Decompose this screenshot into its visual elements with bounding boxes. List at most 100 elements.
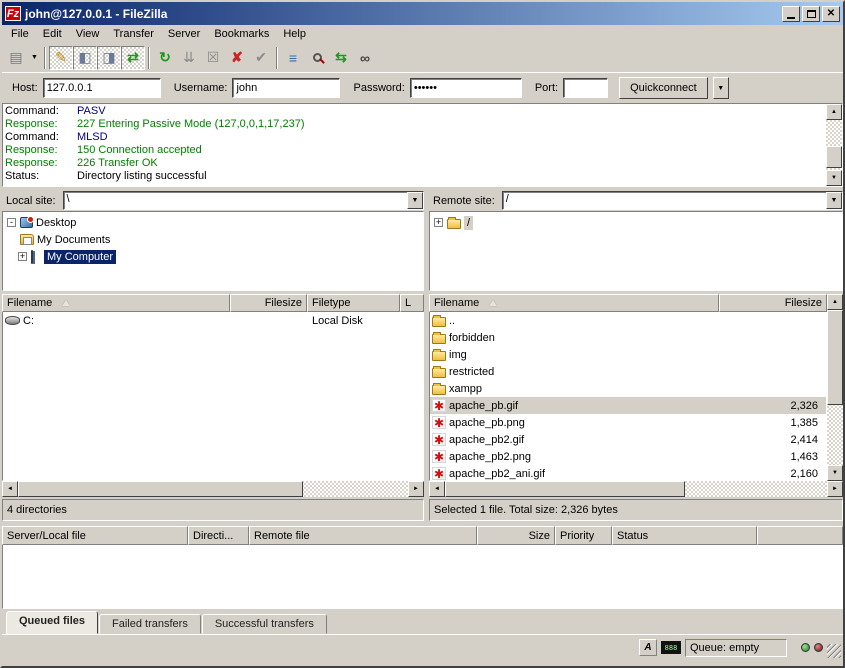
- remote-dir-row[interactable]: restricted: [430, 363, 826, 380]
- local-site-label: Local site:: [2, 195, 60, 207]
- local-file-row[interactable]: C: Local Disk: [3, 312, 423, 329]
- column-filename[interactable]: Filename: [429, 294, 719, 312]
- remote-site-combo[interactable]: / ▼: [502, 191, 843, 210]
- file-size: 2,326: [726, 400, 826, 412]
- queue-view-toggle-icon[interactable]: ⇄: [121, 46, 145, 70]
- transfer-queue-list[interactable]: [2, 545, 843, 609]
- close-button[interactable]: ✕: [822, 6, 840, 22]
- filter-icon[interactable]: ≡: [281, 46, 305, 70]
- remote-dir-row[interactable]: img: [430, 346, 826, 363]
- quickconnect-button[interactable]: Quickconnect: [619, 77, 708, 99]
- column-label: Status: [617, 530, 648, 542]
- my-documents-icon: [20, 234, 34, 245]
- column-filename[interactable]: Filename: [2, 294, 230, 312]
- disconnect-icon[interactable]: ✘: [225, 46, 249, 70]
- toolbar-separator: [44, 47, 46, 69]
- remote-file-row[interactable]: ✱apache_pb2.gif2,414: [430, 431, 826, 448]
- menu-server[interactable]: Server: [161, 26, 207, 42]
- scroll-left-icon[interactable]: ◄: [2, 481, 18, 497]
- remote-tree-toggle-icon[interactable]: ◨: [97, 46, 121, 70]
- menu-transfer[interactable]: Transfer: [106, 26, 161, 42]
- column-status[interactable]: Status: [612, 526, 757, 545]
- file-name: apache_pb2_ani.gif: [449, 468, 545, 480]
- scroll-up-icon[interactable]: ▲: [826, 104, 842, 120]
- speed-limit-indicator-icon[interactable]: 888: [661, 641, 681, 654]
- scroll-down-icon[interactable]: ▼: [827, 465, 843, 481]
- resize-grip[interactable]: [827, 644, 841, 658]
- scroll-left-icon[interactable]: ◄: [429, 481, 445, 497]
- remote-file-row[interactable]: ✱apache_pb2_ani.gif2,160: [430, 465, 826, 481]
- refresh-icon[interactable]: ↻: [153, 46, 177, 70]
- tree-label[interactable]: My Documents: [34, 233, 113, 247]
- search-icon[interactable]: [305, 46, 329, 70]
- quickconnect-dropdown-icon[interactable]: ▼: [713, 77, 729, 99]
- close-icon: ✕: [827, 9, 835, 19]
- remote-file-row-selected[interactable]: ✱apache_pb.gif2,326: [430, 397, 826, 414]
- find-binoculars-icon[interactable]: ∞: [353, 46, 377, 70]
- expand-icon[interactable]: +: [434, 218, 443, 227]
- column-size[interactable]: Size: [477, 526, 555, 545]
- password-input[interactable]: [410, 78, 522, 98]
- scroll-right-icon[interactable]: ►: [827, 481, 843, 497]
- remote-hscrollbar[interactable]: ◄ ►: [429, 481, 843, 497]
- column-last-modified[interactable]: L: [400, 294, 424, 312]
- maximize-button[interactable]: [802, 6, 820, 22]
- tree-item-my-documents[interactable]: My Documents: [7, 231, 423, 248]
- site-manager-icon[interactable]: ▤: [4, 46, 28, 70]
- remote-dir-row[interactable]: ..: [430, 312, 826, 329]
- local-site-combo[interactable]: \ ▼: [63, 191, 424, 210]
- transfer-type-indicator-icon[interactable]: A: [639, 639, 657, 656]
- menu-edit[interactable]: Edit: [36, 26, 69, 42]
- collapse-icon[interactable]: -: [7, 218, 16, 227]
- log-text: MLSD: [77, 131, 108, 144]
- menu-bookmarks[interactable]: Bookmarks: [207, 26, 276, 42]
- image-file-icon: ✱: [432, 467, 446, 480]
- log-text: 150 Connection accepted: [77, 144, 202, 157]
- site-manager-dropdown-icon[interactable]: ▼: [28, 46, 41, 70]
- scroll-right-icon[interactable]: ►: [408, 481, 424, 497]
- column-direction[interactable]: Directi...: [188, 526, 249, 545]
- tree-label[interactable]: Desktop: [33, 216, 79, 230]
- remote-dir-row[interactable]: xampp: [430, 380, 826, 397]
- column-remote-file[interactable]: Remote file: [249, 526, 477, 545]
- scroll-down-icon[interactable]: ▼: [826, 170, 842, 186]
- column-server-local-file[interactable]: Server/Local file: [2, 526, 188, 545]
- remote-list-scrollbar[interactable]: ▲ ▼: [827, 294, 843, 481]
- username-input[interactable]: [232, 78, 340, 98]
- local-tree-toggle-icon[interactable]: ◧: [73, 46, 97, 70]
- remote-dir-row[interactable]: forbidden: [430, 329, 826, 346]
- remote-list-header: Filename Filesize: [429, 294, 827, 312]
- scroll-up-icon[interactable]: ▲: [827, 294, 843, 310]
- tab-successful-transfers[interactable]: Successful transfers: [202, 614, 327, 634]
- compare-icon[interactable]: ⇆: [329, 46, 353, 70]
- expand-icon[interactable]: +: [18, 252, 27, 261]
- column-filesize[interactable]: Filesize: [719, 294, 827, 312]
- folder-icon: [432, 334, 446, 344]
- log-view-toggle-icon[interactable]: ✎: [49, 46, 73, 70]
- menu-help[interactable]: Help: [276, 26, 313, 42]
- column-filesize[interactable]: Filesize: [230, 294, 307, 312]
- remote-file-row[interactable]: ✱apache_pb.png1,385: [430, 414, 826, 431]
- combo-dropdown-icon[interactable]: ▼: [826, 192, 842, 209]
- tree-item-root[interactable]: + /: [434, 214, 842, 231]
- combo-dropdown-icon[interactable]: ▼: [407, 192, 423, 209]
- file-size: 1,385: [726, 417, 826, 429]
- port-input[interactable]: [563, 78, 608, 98]
- column-priority[interactable]: Priority: [555, 526, 612, 545]
- menu-file[interactable]: File: [4, 26, 36, 42]
- tab-queued-files[interactable]: Queued files: [6, 611, 98, 634]
- file-name: xampp: [449, 383, 482, 395]
- tree-label[interactable]: /: [464, 216, 473, 230]
- filezilla-logo-icon: Fz: [5, 6, 21, 21]
- remote-file-row[interactable]: ✱apache_pb2.png1,463: [430, 448, 826, 465]
- host-input[interactable]: [43, 78, 161, 98]
- minimize-button[interactable]: [782, 6, 800, 22]
- column-filetype[interactable]: Filetype: [307, 294, 400, 312]
- local-hscrollbar[interactable]: ◄ ►: [2, 481, 424, 497]
- log-scrollbar[interactable]: ▲ ▼: [826, 104, 842, 186]
- tab-failed-transfers[interactable]: Failed transfers: [99, 614, 201, 634]
- tree-label[interactable]: My Computer: [44, 250, 116, 264]
- tree-item-my-computer[interactable]: + My Computer: [7, 248, 423, 265]
- menu-view[interactable]: View: [69, 26, 107, 42]
- tree-item-desktop[interactable]: - Desktop: [7, 214, 423, 231]
